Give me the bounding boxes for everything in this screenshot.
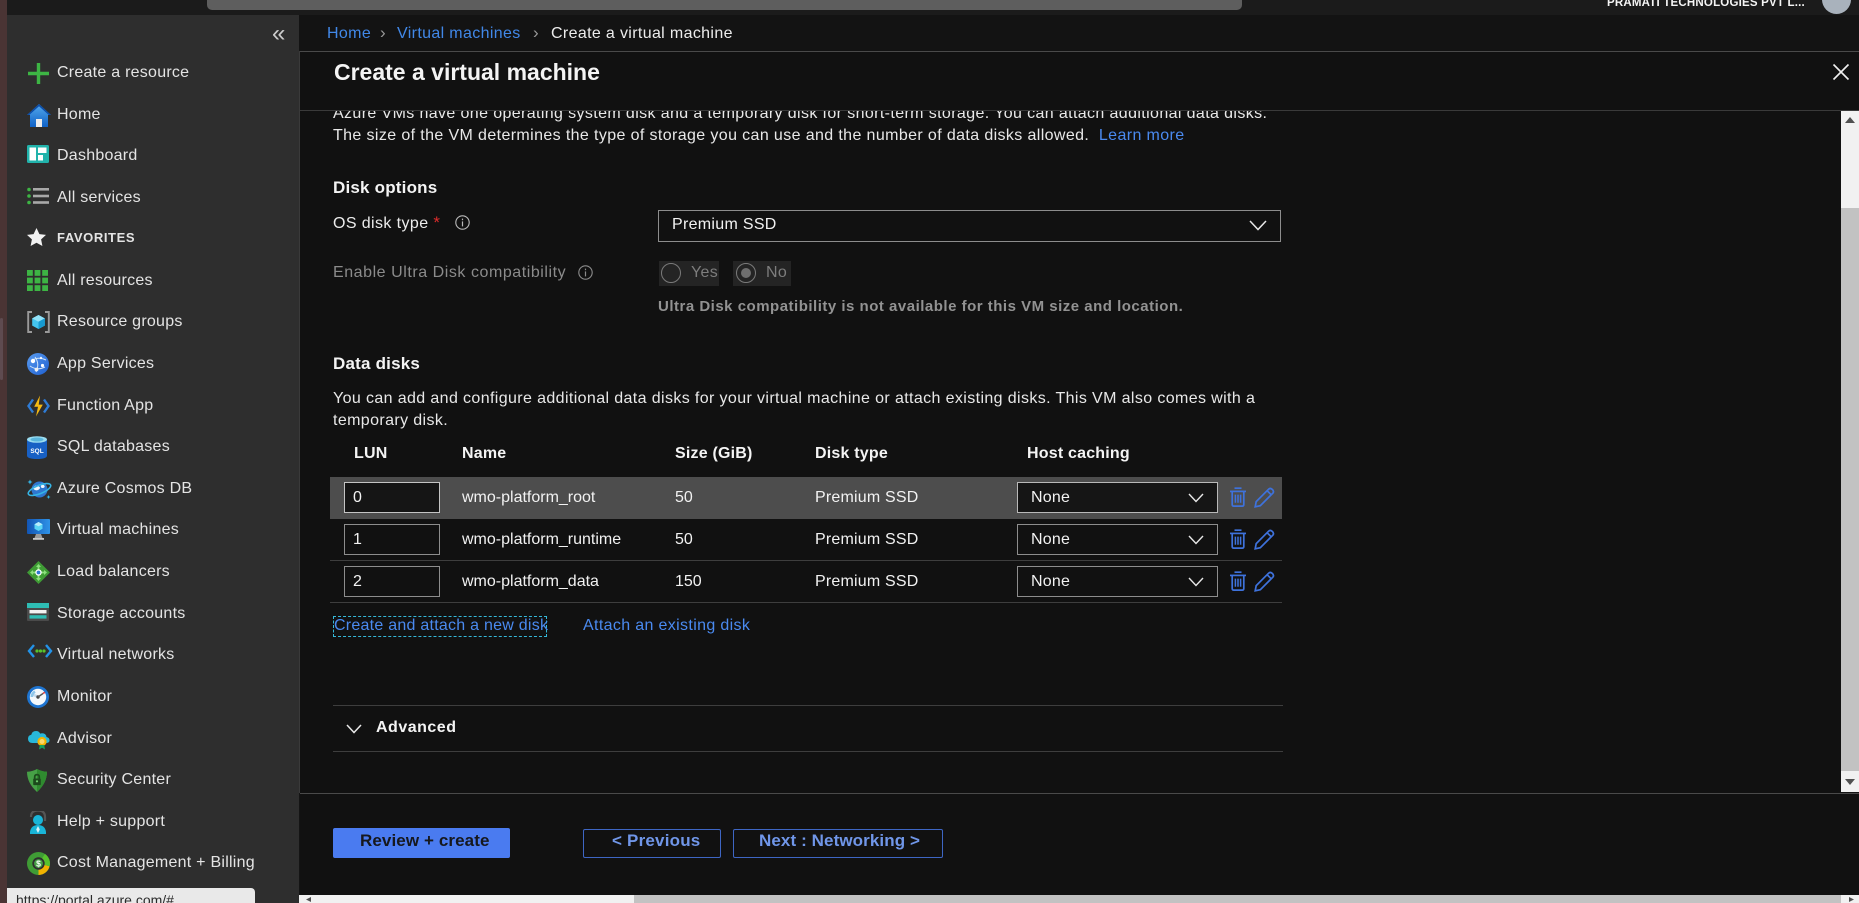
svg-text:SQL: SQL bbox=[30, 448, 43, 455]
svg-text:$: $ bbox=[36, 859, 41, 869]
